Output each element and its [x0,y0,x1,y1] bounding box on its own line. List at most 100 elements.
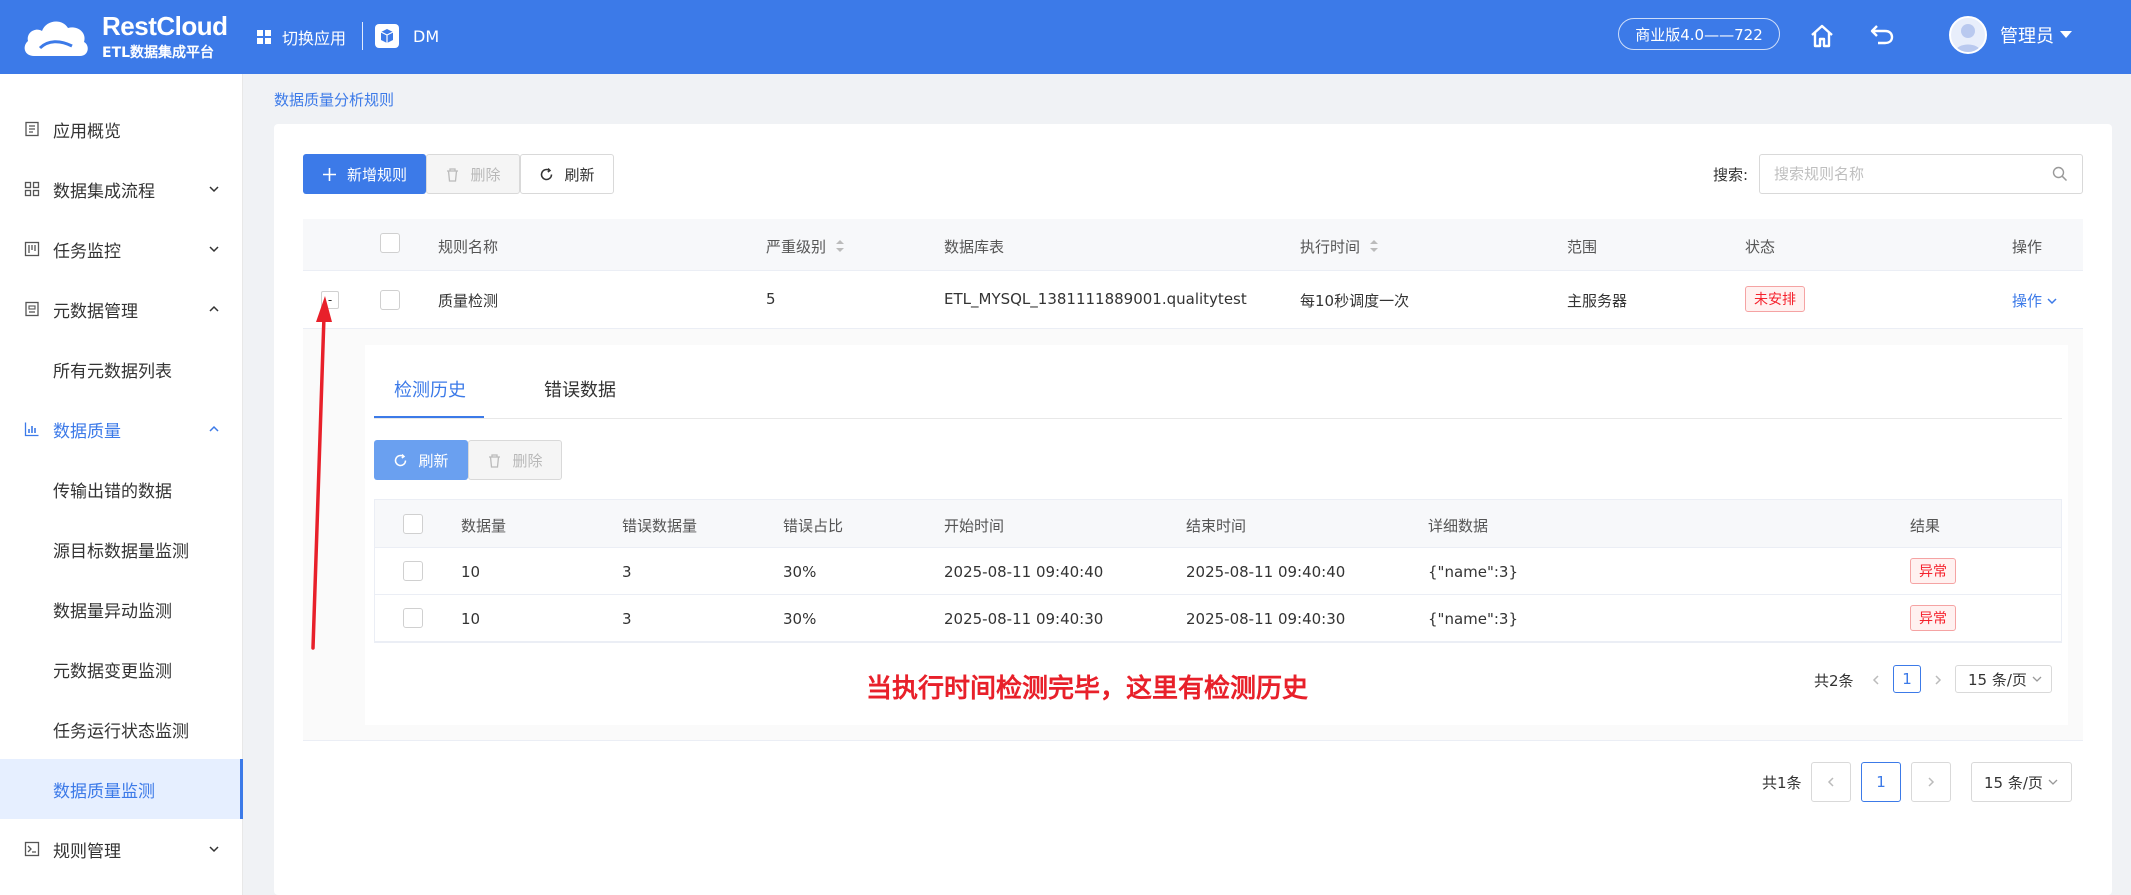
chevron-left-icon [1827,777,1834,787]
grid-icon [257,30,271,44]
sidebar-item-overview[interactable]: 应用概览 [0,99,243,159]
page-size-select[interactable]: 15 条/页 [1971,762,2072,802]
caret-down-icon[interactable] [2060,31,2072,38]
history-page-size-label: 15 条/页 [1968,670,2027,689]
result-badge: 异常 [1910,558,1956,584]
col-actions: 操作 [2012,238,2043,256]
col-error-ratio: 错误占比 [783,517,844,535]
detail-refresh-label: 刷新 [418,451,449,470]
prev-page-button[interactable] [1811,762,1851,802]
tab-error-data[interactable]: 错误数据 [544,376,616,402]
search-icon[interactable] [2052,166,2068,182]
user-name[interactable]: 管理员 [2000,22,2054,48]
sidebar-item-metadata-change[interactable]: 元数据变更监测 [0,639,243,699]
tab-active-indicator [374,416,484,418]
sidebar: 应用概览 数据集成流程 任务监控 元数据管理 所有元数据列表 数据质量 传输出错… [0,74,243,895]
table-header: 规则名称 严重级别 数据库表 执行时间 范围 状态 操作 [303,219,2083,271]
detail-delete-label: 删除 [512,451,543,470]
search-input[interactable] [1759,154,2083,194]
error-ratio-value: 30% [783,563,817,581]
sidebar-item-task-monitor[interactable]: 任务监控 [0,219,243,279]
error-count-value: 3 [622,563,632,581]
chevron-right-icon [1928,777,1935,787]
detail-delete-button[interactable]: 删除 [468,440,562,480]
home-icon[interactable] [1808,22,1836,50]
action-dropdown[interactable]: 操作 [2012,290,2058,311]
end-time-value: 2025-08-11 09:40:40 [1186,563,1346,581]
search-label: 搜索: [1713,166,1749,184]
chevron-down-icon [2048,779,2058,785]
chevron-down-icon [2047,297,2057,304]
sidebar-item-rule-management[interactable]: 规则管理 [0,819,243,879]
history-page-size-select[interactable]: 15 条/页 [1955,665,2052,693]
sidebar-item-label: 数据集成流程 [53,181,155,202]
breadcrumb[interactable]: 数据质量分析规则 [274,89,394,110]
sidebar-item-volume-anomaly[interactable]: 数据量异动监测 [0,579,243,639]
sidebar-item-label: 数据质量监测 [53,781,155,802]
annotation-arrow-icon [311,296,332,650]
history-select-all-checkbox[interactable] [403,514,423,534]
rule-name: 质量检测 [438,292,499,310]
next-page-button[interactable] [1911,762,1951,802]
col-status: 状态 [1745,238,1776,256]
table-row: 10 3 30% 2025-08-11 09:40:40 2025-08-11 … [375,548,2061,595]
schedule-value: 每10秒调度一次 [1300,292,1410,310]
sidebar-item-quality-monitor[interactable]: 数据质量监测 [0,759,243,819]
sidebar-item-label: 元数据管理 [53,301,138,322]
row-checkbox[interactable] [380,290,400,310]
chevron-down-icon [209,186,219,193]
col-db-table: 数据库表 [944,238,1005,256]
add-rule-button[interactable]: 新增规则 [303,154,426,194]
undo-icon[interactable] [1868,20,1896,48]
sidebar-item-data-quality[interactable]: 数据质量 [0,399,243,459]
chevron-left-icon[interactable] [1870,674,1882,686]
sidebar-item-source-target-volume[interactable]: 源目标数据量监测 [0,519,243,579]
switch-app-label: 切换应用 [282,29,347,48]
result-badge: 异常 [1910,605,1956,631]
col-start-time: 开始时间 [944,517,1005,535]
detail-value: {"name":3} [1428,610,1519,628]
sidebar-item-task-status[interactable]: 任务运行状态监测 [0,699,243,759]
sort-icon[interactable] [1369,238,1379,254]
sidebar-item-metadata[interactable]: 元数据管理 [0,279,243,339]
sidebar-item-label: 源目标数据量监测 [53,541,189,562]
chevron-right-icon[interactable] [1932,674,1944,686]
sidebar-item-label: 任务监控 [53,241,121,262]
refresh-label: 刷新 [564,165,595,184]
bar-chart-icon [24,422,39,437]
annotation-text: 当执行时间检测完毕，这里有检测历史 [866,674,1309,704]
current-app[interactable]: DM [375,21,439,51]
col-exec-time[interactable]: 执行时间 [1300,236,1360,257]
switch-app-button[interactable]: 切换应用 [256,22,346,52]
start-time-value: 2025-08-11 09:40:30 [944,610,1104,628]
history-page-1[interactable]: 1 [1893,665,1921,693]
grid-icon [24,181,40,197]
terminal-icon [24,841,40,857]
tab-check-history[interactable]: 检测历史 [394,376,466,402]
col-count: 数据量 [461,517,507,535]
avatar[interactable] [1949,16,1987,54]
row-checkbox[interactable] [403,561,423,581]
delete-button[interactable]: 删除 [426,154,520,194]
refresh-button[interactable]: 刷新 [520,154,614,194]
total-count: 共1条 [1762,774,1802,792]
db-table-value: ETL_MYSQL_1381111889001.qualitytest [944,290,1247,308]
row-checkbox[interactable] [403,608,423,628]
action-label: 操作 [2012,292,2043,310]
sort-icon[interactable] [835,238,845,254]
sidebar-item-transfer-errors[interactable]: 传输出错的数据 [0,459,243,519]
plus-icon [322,167,336,181]
sidebar-item-integration-flow[interactable]: 数据集成流程 [0,159,243,219]
sidebar-item-label: 规则管理 [53,841,121,862]
col-scope: 范围 [1567,238,1598,256]
col-severity[interactable]: 严重级别 [766,236,826,257]
select-all-checkbox[interactable] [380,233,400,253]
brand-logo[interactable]: RestCloud ETL数据集成平台 [20,8,228,66]
app-name: DM [413,26,440,46]
sidebar-item-all-metadata[interactable]: 所有元数据列表 [0,339,243,399]
col-result: 结果 [1910,517,1941,535]
error-count-value: 3 [622,610,632,628]
page-1-button[interactable]: 1 [1861,762,1901,802]
database-doc-icon [25,301,39,317]
detail-refresh-button[interactable]: 刷新 [374,440,468,480]
